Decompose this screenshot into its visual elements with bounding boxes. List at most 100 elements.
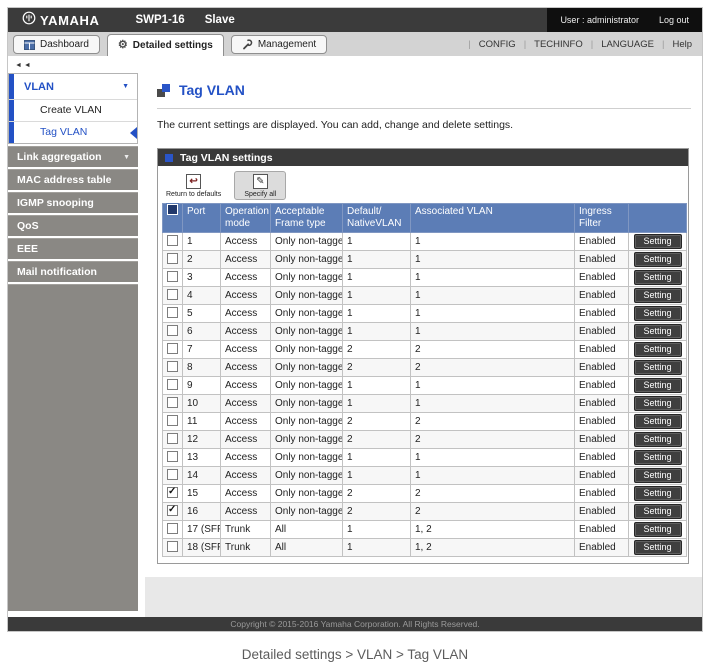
setting-button[interactable]: Setting [633,252,682,267]
return-to-defaults-button[interactable]: ↩ Return to defaults [162,171,225,200]
frame-type-cell: Only non-tagged [270,502,343,521]
port-cell: 5 [182,304,221,323]
row-checkbox[interactable] [167,289,178,301]
operation-mode-cell: Access [220,412,271,431]
native-vlan-cell: 1 [342,268,411,287]
ingress-filter-cell: Enabled [574,376,629,395]
actions-cell: Setting [628,448,687,467]
sidebar-item-mac-address-table[interactable]: MAC address table [8,169,138,190]
frame-type-cell: Only non-tagged [270,340,343,359]
row-checkbox[interactable] [167,415,178,427]
frame-type-cell: Only non-tagged [270,466,343,485]
row-checkbox[interactable] [167,235,178,247]
row-checkbox[interactable] [167,451,178,463]
row-checkbox[interactable] [167,433,178,445]
device-mode: Slave [204,14,235,26]
setting-button[interactable]: Setting [633,378,682,393]
row-checkbox[interactable] [167,253,178,265]
specify-all-button[interactable]: ✎ Specify all [234,171,287,200]
tab-label: Dashboard [40,39,89,50]
native-vlan-cell: 2 [342,484,411,503]
operation-mode-cell: Access [220,448,271,467]
actions-cell: Setting [628,250,687,269]
sidebar-collapse-icon[interactable]: ◄◄ [15,62,138,69]
ingress-filter-cell: Enabled [574,268,629,287]
tab-detailed-settings[interactable]: ⚙ Detailed settings [106,34,224,56]
sidebar-item-eee[interactable]: EEE [8,238,138,259]
table-header-row: Port Operation mode Acceptable Frame type D… [162,203,687,233]
setting-button[interactable]: Setting [633,396,682,411]
top-bar: YAMAHA SWP1-16 Slave User : administrato… [8,8,702,32]
top-link-help[interactable]: Help [654,39,692,50]
page-title-icon [157,83,170,97]
table-row: 13 Access Only non-tagged 1 1 Enabled Setting [162,448,687,467]
sidebar-item-qos[interactable]: QoS [8,215,138,236]
actions-cell: Setting [628,502,687,521]
setting-button[interactable]: Setting [633,450,682,465]
tab-management[interactable]: Management [230,35,328,54]
port-cell: 8 [182,358,221,377]
frame-type-cell: All [270,520,343,539]
actions-cell: Setting [628,376,687,395]
setting-button[interactable]: Setting [633,234,682,249]
frame-type-cell: Only non-tagged [270,358,343,377]
column-header: Port [182,203,221,233]
native-vlan-cell: 1 [342,286,411,305]
ingress-filter-cell: Enabled [574,358,629,377]
select-all-checkbox[interactable] [166,203,179,216]
yamaha-logo: YAMAHA [22,11,99,30]
setting-button[interactable]: Setting [633,324,682,339]
sidebar-item-link-aggregation[interactable]: Link aggregation [8,146,138,167]
associated-vlan-cell: 2 [410,502,575,521]
row-checkbox[interactable] [167,486,178,499]
top-link-techinfo[interactable]: TECHINFO [516,39,583,50]
table-row: 3 Access Only non-tagged 1 1 Enabled Setting [162,268,687,287]
setting-button[interactable]: Setting [633,522,682,537]
tab-bar: Dashboard ⚙ Detailed settings Management CO… [8,32,702,56]
row-checkbox[interactable] [167,361,178,373]
sidebar-item-vlan[interactable]: VLAN [9,74,137,99]
sidebar-item-igmp-snooping[interactable]: IGMP snooping [8,192,138,213]
setting-button[interactable]: Setting [633,360,682,375]
ingress-filter-cell: Enabled [574,340,629,359]
top-link-config[interactable]: CONFIG [460,39,516,50]
setting-button[interactable]: Setting [633,342,682,357]
sidebar-item-tag-vlan[interactable]: Tag VLAN [9,121,137,143]
row-checkbox[interactable] [167,325,178,337]
row-checkbox[interactable] [167,397,178,409]
tab-dashboard[interactable]: Dashboard [13,35,100,54]
row-checkbox[interactable] [167,307,178,319]
panel-header: Tag VLAN settings [158,149,688,166]
row-checkbox[interactable] [167,504,178,517]
table-row: 6 Access Only non-tagged 1 1 Enabled Setting [162,322,687,341]
row-checkbox[interactable] [167,343,178,355]
row-checkbox[interactable] [167,379,178,391]
row-checkbox[interactable] [167,469,178,481]
ingress-filter-cell: Enabled [574,448,629,467]
associated-vlan-cell: 2 [410,340,575,359]
sidebar-group-vlan: VLAN Create VLAN Tag VLAN [8,73,138,144]
sidebar-item-mail-notification[interactable]: Mail notification [8,261,138,282]
sidebar-content-gap [138,56,145,617]
setting-button[interactable]: Setting [633,468,682,483]
row-checkbox[interactable] [167,523,178,535]
row-checkbox[interactable] [167,541,178,553]
setting-button[interactable]: Setting [633,432,682,447]
setting-button[interactable]: Setting [633,486,682,501]
setting-button[interactable]: Setting [633,288,682,303]
frame-type-cell: Only non-tagged [270,268,343,287]
port-cell: 14 [182,466,221,485]
row-checkbox[interactable] [167,271,178,283]
setting-button[interactable]: Setting [633,414,682,429]
ingress-filter-cell: Enabled [574,232,629,251]
actions-cell: Setting [628,268,687,287]
setting-button[interactable]: Setting [633,270,682,285]
sidebar-item-create-vlan[interactable]: Create VLAN [9,99,137,121]
setting-button[interactable]: Setting [633,540,682,555]
logout-link[interactable]: Log out [659,15,689,25]
top-link-language[interactable]: LANGUAGE [583,39,654,50]
port-cell: 10 [182,394,221,413]
setting-button[interactable]: Setting [633,504,682,519]
setting-button[interactable]: Setting [633,306,682,321]
chevron-down-icon [123,154,130,161]
